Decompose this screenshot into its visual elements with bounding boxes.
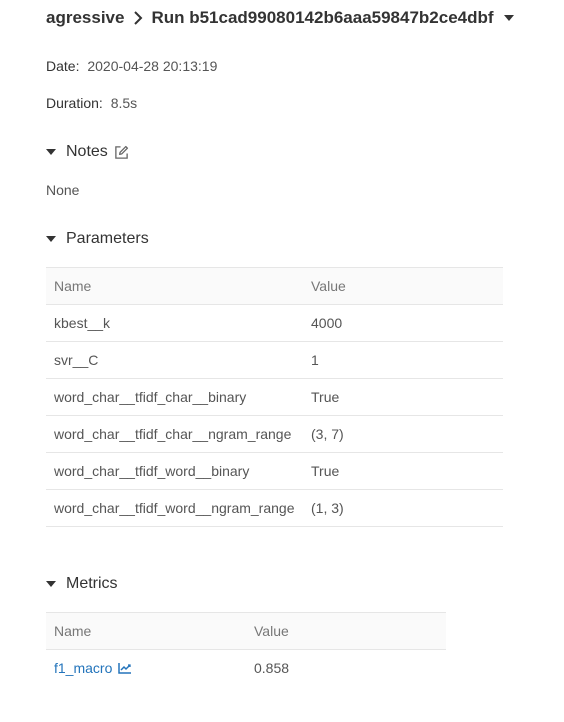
param-name: svr__C: [46, 341, 303, 379]
param-name: kbest__k: [46, 304, 303, 342]
param-value: True: [303, 452, 503, 490]
table-row: word_char__tfidf_word__binary True: [46, 452, 503, 490]
param-value: (1, 3): [303, 489, 503, 527]
experiment-link[interactable]: agressive: [46, 8, 124, 28]
table-row: svr__C 1: [46, 341, 503, 379]
table-row: word_char__tfidf_word__ngram_range (1, 3…: [46, 489, 503, 527]
date-value: 2020-04-28 20:13:19: [87, 58, 218, 74]
param-value: (3, 7): [303, 415, 503, 453]
param-value: 4000: [303, 304, 503, 342]
caret-down-icon: [46, 149, 56, 155]
table-row: kbest__k 4000: [46, 304, 503, 342]
param-name: word_char__tfidf_word__ngram_range: [46, 489, 303, 527]
caret-down-icon[interactable]: [503, 15, 514, 21]
metrics-title: Metrics: [66, 575, 118, 592]
notes-section-toggle[interactable]: Notes: [46, 143, 129, 161]
notes-title: Notes: [66, 143, 108, 160]
metric-value: 0.858: [254, 660, 290, 676]
param-name: word_char__tfidf_char__binary: [46, 378, 303, 416]
duration-row: Duration: 8.5s: [46, 95, 137, 111]
date-label: Date:: [46, 58, 80, 74]
table-row: word_char__tfidf_char__ngram_range (3, 7…: [46, 415, 503, 453]
caret-down-icon: [46, 581, 56, 587]
parameters-section-toggle[interactable]: Parameters: [46, 230, 149, 248]
param-name: word_char__tfidf_char__ngram_range: [46, 415, 303, 453]
parameters-title: Parameters: [66, 230, 149, 247]
column-header-value[interactable]: Value: [303, 267, 503, 305]
notes-content: None: [46, 182, 80, 198]
table-header-row: Name Value: [46, 612, 446, 650]
table-row: f1_macro 0.858: [46, 650, 446, 687]
column-header-value[interactable]: Value: [246, 612, 446, 650]
duration-value: 8.5s: [110, 95, 138, 111]
table-row: word_char__tfidf_char__binary True: [46, 378, 503, 416]
metrics-section-toggle[interactable]: Metrics: [46, 575, 118, 593]
param-value: True: [303, 378, 503, 416]
param-name: word_char__tfidf_word__binary: [46, 452, 303, 490]
metric-name: f1_macro: [54, 660, 113, 676]
metric-link-f1-macro[interactable]: f1_macro: [54, 660, 132, 676]
edit-icon[interactable]: [114, 145, 129, 160]
duration-label: Duration:: [46, 95, 103, 111]
metrics-table: Name Value f1_macro 0.858: [46, 612, 446, 686]
param-value: 1: [303, 341, 503, 379]
line-chart-icon: [118, 663, 132, 674]
parameters-table: Name Value kbest__k 4000 svr__C 1 word_c…: [46, 267, 503, 527]
run-title: Run b51cad99080142b6aaa59847b2ce4dbf: [151, 8, 494, 27]
metric-name-cell: f1_macro: [46, 650, 246, 687]
column-header-name[interactable]: Name: [46, 267, 303, 305]
breadcrumb: agressive Run b51cad99080142b6aaa59847b2…: [46, 6, 514, 30]
chevron-right-icon: [134, 11, 143, 25]
date-row: Date: 2020-04-28 20:13:19: [46, 58, 217, 74]
column-header-name[interactable]: Name: [46, 612, 246, 650]
table-header-row: Name Value: [46, 267, 503, 305]
caret-down-icon: [46, 236, 56, 242]
